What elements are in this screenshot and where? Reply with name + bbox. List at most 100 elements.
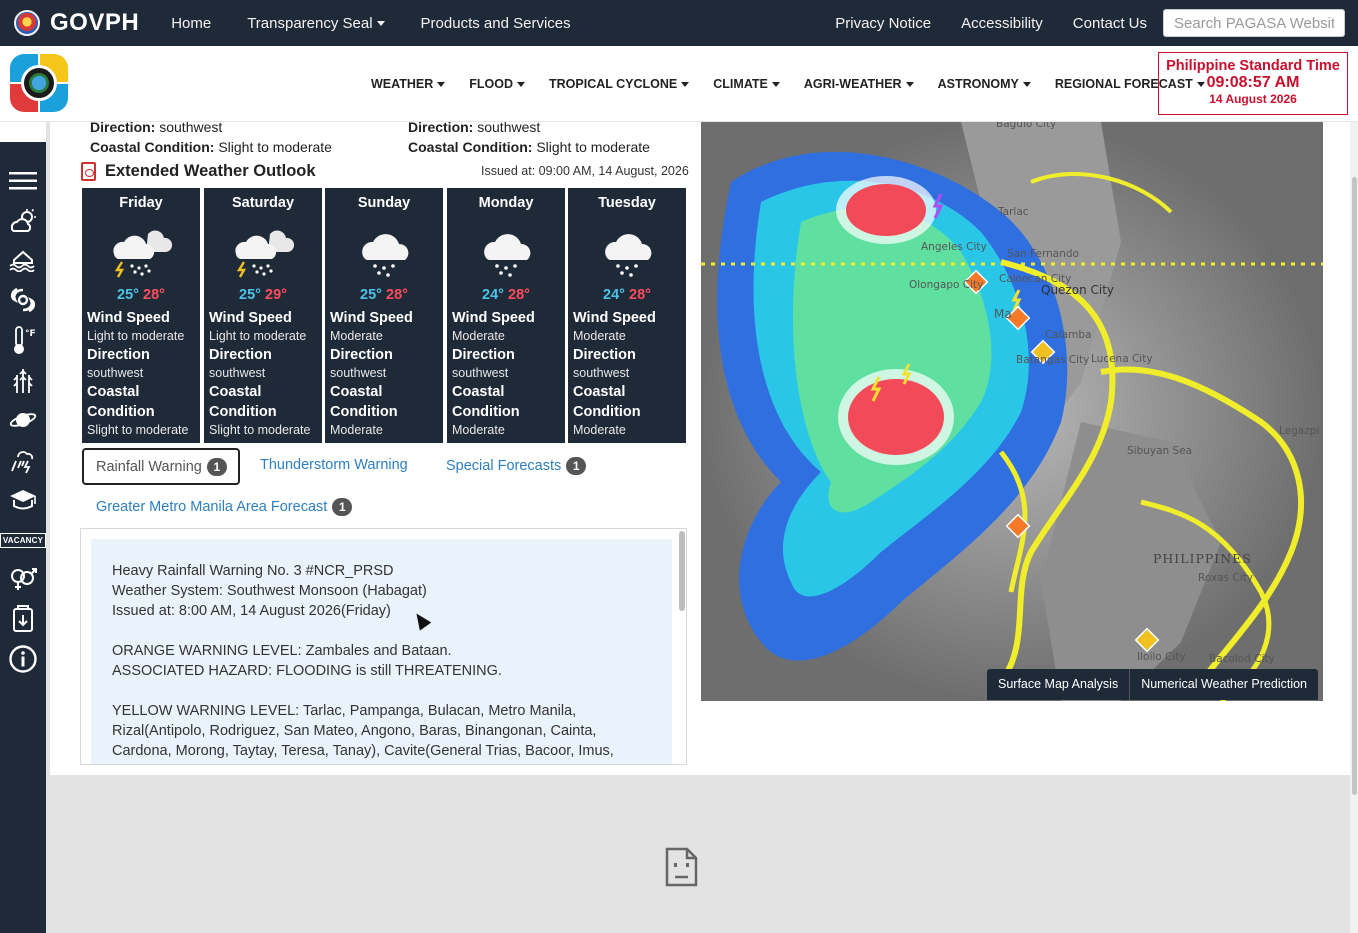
forecast-card-friday: Friday 25° 28° Wind Speed Light to moderate… <box>82 188 200 443</box>
menu-icon[interactable] <box>3 164 43 198</box>
flood-icon[interactable] <box>3 243 43 277</box>
radar-image: Baguio City Tarlac Angeles City San Fern… <box>701 122 1323 701</box>
rain-cloud-icon <box>362 234 409 277</box>
nav-astronomy[interactable]: ASTRONOMY <box>938 77 1031 91</box>
astronomy-icon[interactable] <box>3 403 43 437</box>
map-label: San Fernando <box>1007 248 1079 260</box>
nav-products-services[interactable]: Products and Services <box>421 15 571 32</box>
govph-right-links: Privacy Notice Accessibility Contact Us <box>805 0 1345 46</box>
map-label: Roxas City <box>1198 572 1253 584</box>
rainfall-warning-panel[interactable]: Heavy Rainfall Warning No. 3 #NCR_PRSD W… <box>80 528 687 765</box>
numerical-weather-prediction-button[interactable]: Numerical Weather Prediction <box>1130 669 1318 700</box>
climate-icon[interactable]: °F <box>3 323 43 357</box>
caret-down-icon <box>771 81 780 87</box>
govph-logo[interactable]: GOVPH <box>14 9 139 37</box>
pst-date: 14 August 2026 <box>1209 92 1297 106</box>
temp-low: 25° <box>239 287 261 303</box>
coastal-label: Coastal <box>330 384 383 400</box>
nav-tropical-cyclone[interactable]: TROPICAL CYCLONE <box>549 77 690 91</box>
map-label: Baguio City <box>996 122 1056 130</box>
rain-cloud-icon <box>484 234 531 277</box>
temp-low: 24° <box>482 287 504 303</box>
contact-us-link[interactable]: Contact Us <box>1073 15 1147 32</box>
direction-label: Direction <box>209 347 272 363</box>
nav-agri-weather[interactable]: AGRI-WEATHER <box>804 77 914 91</box>
privacy-notice-link[interactable]: Privacy Notice <box>835 15 931 32</box>
direction-value: southwest <box>452 366 509 380</box>
card-temps: 24° 28° <box>447 287 565 303</box>
nav-flood[interactable]: FLOOD <box>469 77 526 91</box>
prev-forecast-right: Direction: southwest Coastal Condition: … <box>408 119 650 155</box>
tropical-cyclone-icon[interactable] <box>3 283 43 317</box>
card-day: Tuesday <box>598 195 656 211</box>
map-label: Tarlac <box>997 206 1029 218</box>
pagasa-logo[interactable] <box>10 54 68 112</box>
vacancy-icon[interactable]: VACANCY <box>0 523 47 557</box>
thunderstorm-icon[interactable] <box>3 443 43 477</box>
coastal-value: Slight to moderate <box>209 423 311 437</box>
extended-outlook-title: Extended Weather Outlook <box>105 162 316 180</box>
tab-special-forecasts[interactable]: Special Forecasts 1 <box>446 457 587 475</box>
warning-line: Weather System: Southwest Monsoon (Habag… <box>112 583 427 599</box>
weather-icon[interactable] <box>3 204 43 238</box>
warning-panel-scrollbar[interactable] <box>679 531 685 611</box>
pst-label: Philippine Standard Time <box>1166 58 1340 74</box>
nav-home[interactable]: Home <box>171 15 211 32</box>
condition-label: Condition <box>330 404 398 420</box>
embedded-frame-placeholder <box>50 775 1350 933</box>
accessibility-link[interactable]: Accessibility <box>961 15 1043 32</box>
wind-speed-value: Moderate <box>452 329 505 343</box>
vacancy-label: VACANCY <box>0 532 47 548</box>
tab-badge: 1 <box>206 457 227 476</box>
page-scrollbar-thumb[interactable] <box>1352 177 1357 795</box>
coastal-label: Coastal <box>452 384 505 400</box>
nav-home-label: Home <box>171 14 212 32</box>
wind-speed-label: Wind Speed <box>209 310 292 326</box>
temp-high: 28° <box>386 287 408 303</box>
condition-label: Condition <box>573 404 641 420</box>
gender-icon[interactable] <box>3 562 43 596</box>
info-icon[interactable] <box>3 642 43 676</box>
direction-label: Direction <box>330 347 393 363</box>
map-label: Olongapo City <box>909 279 983 291</box>
card-day: Saturday <box>231 195 295 211</box>
map-label: Sibuyan Sea <box>1127 445 1192 457</box>
search-input[interactable] <box>1163 9 1345 37</box>
nav-transparency-seal[interactable]: Transparency Seal <box>247 15 385 32</box>
satellite-radar-map[interactable]: Baguio City Tarlac Angeles City San Fern… <box>701 122 1323 701</box>
coastal-value: Moderate <box>330 423 383 437</box>
map-label: Calamba <box>1045 329 1091 341</box>
card-temps: 25° 28° <box>82 287 200 303</box>
wind-speed-value: Moderate <box>330 329 383 343</box>
svg-text:°F: °F <box>25 329 36 339</box>
caret-down-icon <box>437 81 446 87</box>
tab-badge: 1 <box>566 457 587 475</box>
caret-down-icon <box>905 81 914 87</box>
surface-map-analysis-button[interactable]: Surface Map Analysis <box>987 669 1131 700</box>
nav-weather[interactable]: WEATHER <box>371 77 446 91</box>
direction-value: southwest <box>573 366 630 380</box>
card-temps: 24° 28° <box>568 287 686 303</box>
card-day: Sunday <box>357 195 411 211</box>
card-day: Monday <box>478 195 534 211</box>
map-label: Angeles City <box>921 241 987 253</box>
rain-cloud-icon <box>605 234 652 277</box>
nav-climate[interactable]: CLIMATE <box>713 77 780 91</box>
map-label: PHILIPPINES <box>1153 551 1252 566</box>
caret-down-icon <box>376 20 385 26</box>
wind-speed-value: Light to moderate <box>209 329 307 343</box>
govph-brand: GOVPH <box>50 9 140 36</box>
book-icon[interactable] <box>3 602 43 636</box>
philippine-standard-time: Philippine Standard Time 09:08:57 AM 14 … <box>1158 52 1348 115</box>
temp-low: 25° <box>117 287 139 303</box>
forecast-card-saturday: Saturday 25° 29° Wind Speed Light to modera… <box>204 188 322 443</box>
education-icon[interactable] <box>3 483 43 517</box>
direction-label: Direction <box>573 347 636 363</box>
govph-seal-icon <box>14 10 40 36</box>
tab-rainfall-warning[interactable]: Rainfall Warning 1 <box>82 448 240 485</box>
extended-outlook-heading[interactable]: Extended Weather Outlook <box>81 162 316 181</box>
tab-thunderstorm-warning[interactable]: Thunderstorm Warning <box>260 457 408 473</box>
map-label: Legazpi <box>1279 425 1319 437</box>
agri-weather-icon[interactable] <box>3 363 43 397</box>
tab-metro-manila-forecast[interactable]: Greater Metro Manila Area Forecast 1 <box>96 498 353 516</box>
